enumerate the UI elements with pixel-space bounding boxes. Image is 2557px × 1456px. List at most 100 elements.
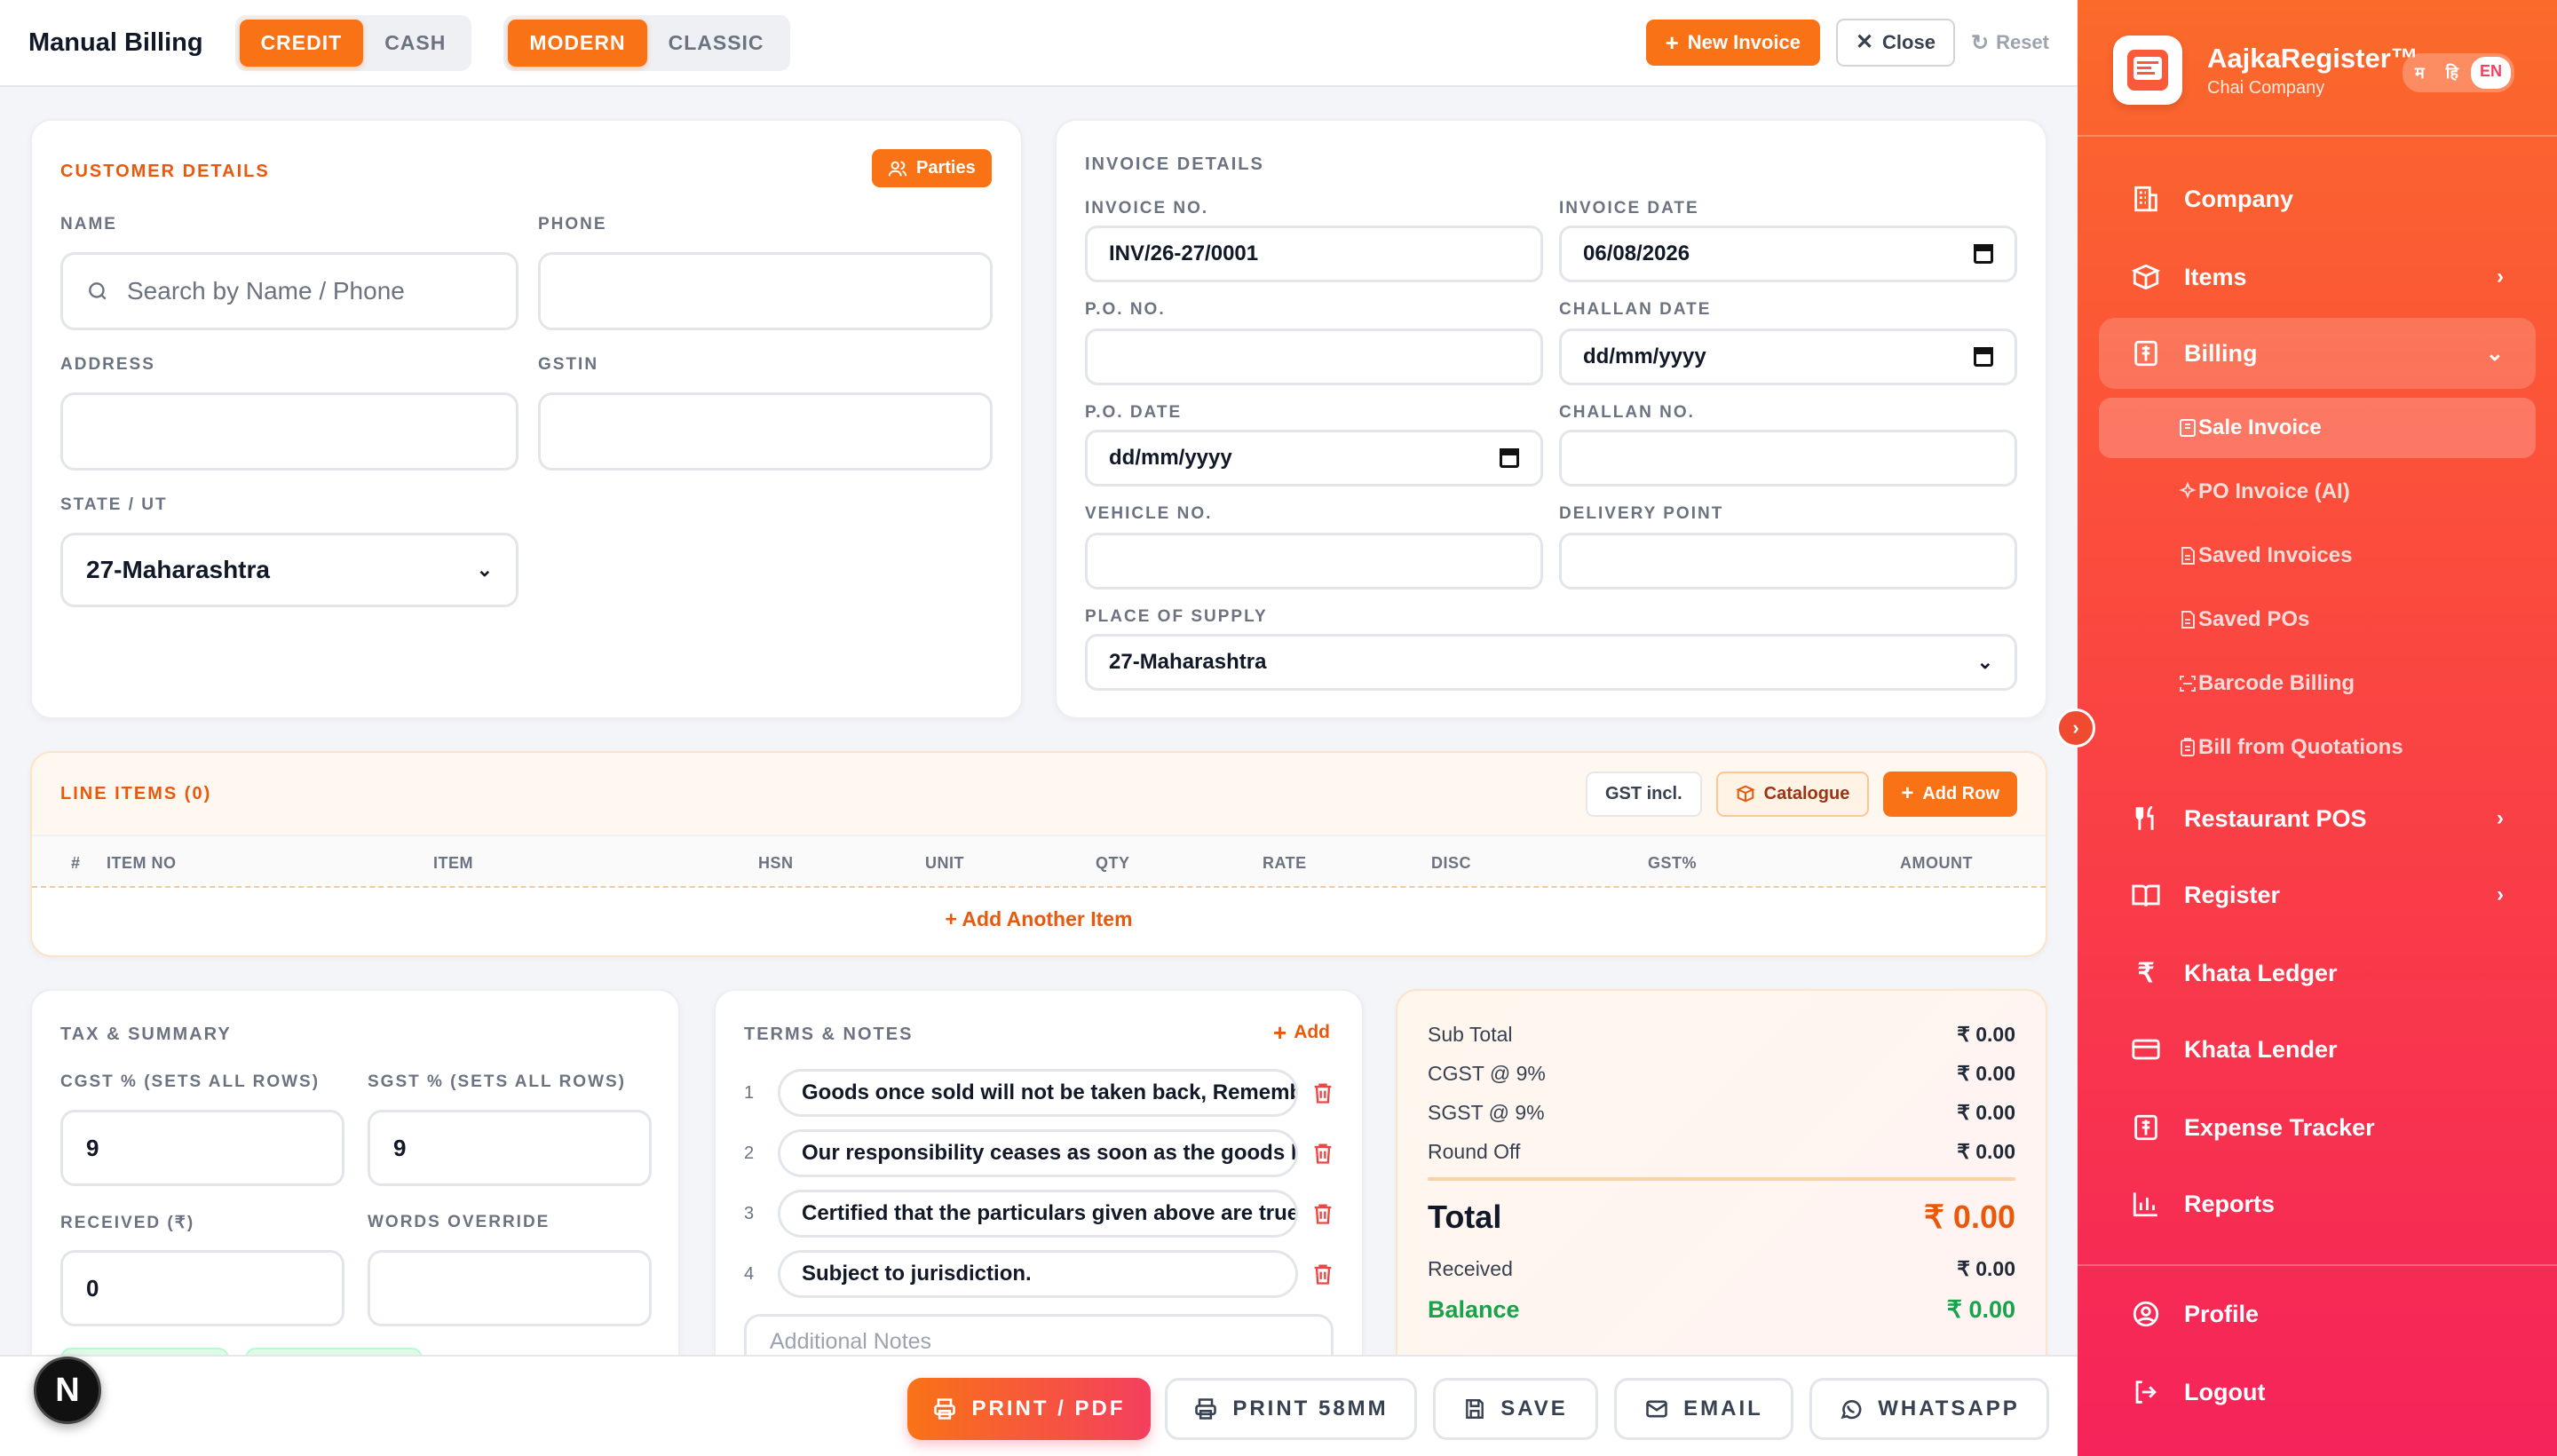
classic-option[interactable]: CLASSIC <box>647 20 786 67</box>
invoice-details-title: INVOICE DETAILS <box>1085 154 1264 174</box>
sidebar-item-items[interactable]: Items › <box>2099 241 2536 313</box>
calendar-icon[interactable] <box>1974 244 1993 264</box>
parties-button[interactable]: Parties <box>872 149 992 187</box>
sidebar-item-company[interactable]: Company <box>2099 163 2536 234</box>
reset-button[interactable]: ↻ Reset <box>1971 30 2049 56</box>
trash-icon[interactable] <box>1310 1200 1335 1227</box>
add-another-item-button[interactable]: + Add Another Item <box>32 907 2046 931</box>
phone-input[interactable] <box>538 252 993 330</box>
invoice-no-input[interactable]: INV/26-27/0001 <box>1085 226 1543 282</box>
add-row-label: Add Row <box>1922 783 1999 803</box>
bill-summary-card: Sub Total ₹ 0.00 CGST @ 9% ₹ 0.00 SGST @ 9… <box>1396 989 2047 1397</box>
receipt-icon <box>2134 1114 2157 1141</box>
add-term-button[interactable]: + Add <box>1273 1021 1330 1044</box>
chevron-right-icon: › <box>2497 882 2504 906</box>
received-input[interactable]: 0 <box>60 1250 344 1326</box>
state-select[interactable]: 27-Maharashtra ⌄ <box>60 533 519 607</box>
address-input[interactable] <box>60 392 519 471</box>
reset-label: Reset <box>1996 31 2049 53</box>
trash-icon[interactable] <box>1310 1140 1335 1167</box>
trash-icon[interactable] <box>1310 1080 1335 1106</box>
sidebar-subitem-po-invoice[interactable]: PO Invoice (AI) <box>2099 462 2536 522</box>
col-item: ITEM <box>433 854 473 872</box>
clipboard-icon <box>2181 738 2195 756</box>
sidebar-item-profile[interactable]: Profile <box>2099 1278 2536 1349</box>
sidebar-subitem-label: PO Invoice (AI) <box>2198 479 2350 503</box>
sidebar-item-khata-ledger[interactable]: ₹ Khata Ledger <box>2099 938 2536 1009</box>
sidebar-item-billing[interactable]: Billing ⌄ <box>2099 318 2536 389</box>
whatsapp-button[interactable]: WHATSAPP <box>1809 1378 2049 1440</box>
vehicle-no-input[interactable] <box>1085 533 1543 590</box>
challan-no-input[interactable] <box>1559 430 2017 487</box>
term-input[interactable]: Goods once sold will not be taken back, … <box>778 1069 1298 1117</box>
gstin-input[interactable] <box>538 392 993 471</box>
email-button[interactable]: EMAIL <box>1614 1378 1793 1440</box>
sidebar-subitem-saved-invoices[interactable]: Saved Invoices <box>2099 526 2536 586</box>
chevron-down-icon: ⌄ <box>1976 651 1993 673</box>
sidebar-subitem-bill-from-quotations[interactable]: Bill from Quotations <box>2099 717 2536 778</box>
catalogue-button[interactable]: Catalogue <box>1715 771 1870 817</box>
brand: AajkaRegister™ Chai Company <box>2113 36 2418 105</box>
cgst-summary-value: ₹ 0.00 <box>1957 1062 2015 1085</box>
print-pdf-button[interactable]: PRINT / PDF <box>907 1378 1151 1440</box>
new-invoice-button[interactable]: + New Invoice <box>1645 20 1820 66</box>
cgst-summary-label: CGST @ 9% <box>1428 1062 1546 1085</box>
sidebar-item-logout[interactable]: Logout <box>2099 1357 2536 1428</box>
calendar-icon[interactable] <box>1974 347 1993 367</box>
cgst-input[interactable]: 9 <box>60 1110 344 1186</box>
sidebar-subitem-barcode-billing[interactable]: Barcode Billing <box>2099 653 2536 714</box>
po-no-input[interactable] <box>1085 328 1543 385</box>
po-date-label: P.O. DATE <box>1085 403 1183 422</box>
sgst-input[interactable]: 9 <box>368 1110 652 1186</box>
term-input[interactable]: Our responsibility ceases as soon as the… <box>778 1129 1298 1177</box>
delivery-point-input[interactable] <box>1559 533 2017 590</box>
round-off-value: ₹ 0.00 <box>1957 1140 2015 1163</box>
lang-hindi[interactable]: हि <box>2437 57 2467 89</box>
gst-inclusive-toggle[interactable]: GST incl. <box>1585 771 1702 817</box>
close-button[interactable]: ✕ Close <box>1835 19 1955 67</box>
modern-option[interactable]: MODERN <box>508 19 647 67</box>
term-number: 3 <box>744 1203 755 1223</box>
col-item-no: ITEM NO <box>107 854 177 872</box>
search-icon <box>89 282 107 300</box>
print-58mm-button[interactable]: PRINT 58MM <box>1165 1378 1417 1440</box>
credit-option[interactable]: CREDIT <box>239 19 364 67</box>
calendar-icon[interactable] <box>1500 448 1519 468</box>
trash-icon[interactable] <box>1310 1261 1335 1287</box>
lang-marathi[interactable]: म <box>2406 57 2434 89</box>
term-input[interactable]: Subject to jurisdiction. <box>778 1250 1298 1298</box>
po-no-label: P.O. NO. <box>1085 300 1166 319</box>
dev-badge[interactable]: N <box>34 1357 101 1424</box>
sidebar-item-reports[interactable]: Reports <box>2099 1168 2536 1239</box>
sgst-summary-value: ₹ 0.00 <box>1957 1101 2015 1124</box>
cash-option[interactable]: CASH <box>363 20 467 67</box>
term-input[interactable]: Certified that the particulars given abo… <box>778 1190 1298 1238</box>
customer-search-input[interactable]: Search by Name / Phone <box>60 252 519 330</box>
words-override-label: WORDS OVERRIDE <box>368 1213 550 1231</box>
invoice-date-input[interactable]: 06/08/2026 <box>1559 226 2017 282</box>
sidebar-item-expense-tracker[interactable]: Expense Tracker <box>2099 1092 2536 1163</box>
challan-date-input[interactable]: dd/mm/yyyy <box>1559 328 2017 385</box>
sidebar: AajkaRegister™ Chai Company म हि EN Comp… <box>2078 0 2557 1456</box>
sidebar-item-khata-lender[interactable]: Khata Lender <box>2099 1014 2536 1085</box>
app-logo <box>2113 36 2182 105</box>
register-logo-icon <box>2127 50 2168 91</box>
sidebar-subitem-sale-invoice[interactable]: Sale Invoice <box>2099 398 2536 458</box>
place-of-supply-select[interactable]: 27-Maharashtra ⌄ <box>1085 634 2017 691</box>
printer-icon <box>934 1398 956 1420</box>
words-override-input[interactable] <box>368 1250 652 1326</box>
summary-divider <box>1428 1177 2015 1181</box>
top-bar: Manual Billing CREDIT CASH MODERN CLASSI… <box>0 0 2078 87</box>
sidebar-collapse-button[interactable]: › <box>2056 708 2095 748</box>
book-open-icon <box>2132 884 2160 907</box>
po-date-value: dd/mm/yyyy <box>1109 446 1232 470</box>
add-row-button[interactable]: + Add Row <box>1883 771 2017 817</box>
sidebar-item-restaurant-pos[interactable]: Restaurant POS › <box>2099 783 2536 854</box>
sidebar-item-register[interactable]: Register › <box>2099 859 2536 930</box>
col-qty: QTY <box>1096 854 1130 872</box>
sidebar-subitem-saved-pos[interactable]: Saved POs <box>2099 590 2536 650</box>
total-row: Total ₹ 0.00 <box>1428 1199 2015 1236</box>
save-button[interactable]: SAVE <box>1433 1378 1598 1440</box>
po-date-input[interactable]: dd/mm/yyyy <box>1085 430 1543 487</box>
lang-english[interactable]: EN <box>2471 57 2512 89</box>
